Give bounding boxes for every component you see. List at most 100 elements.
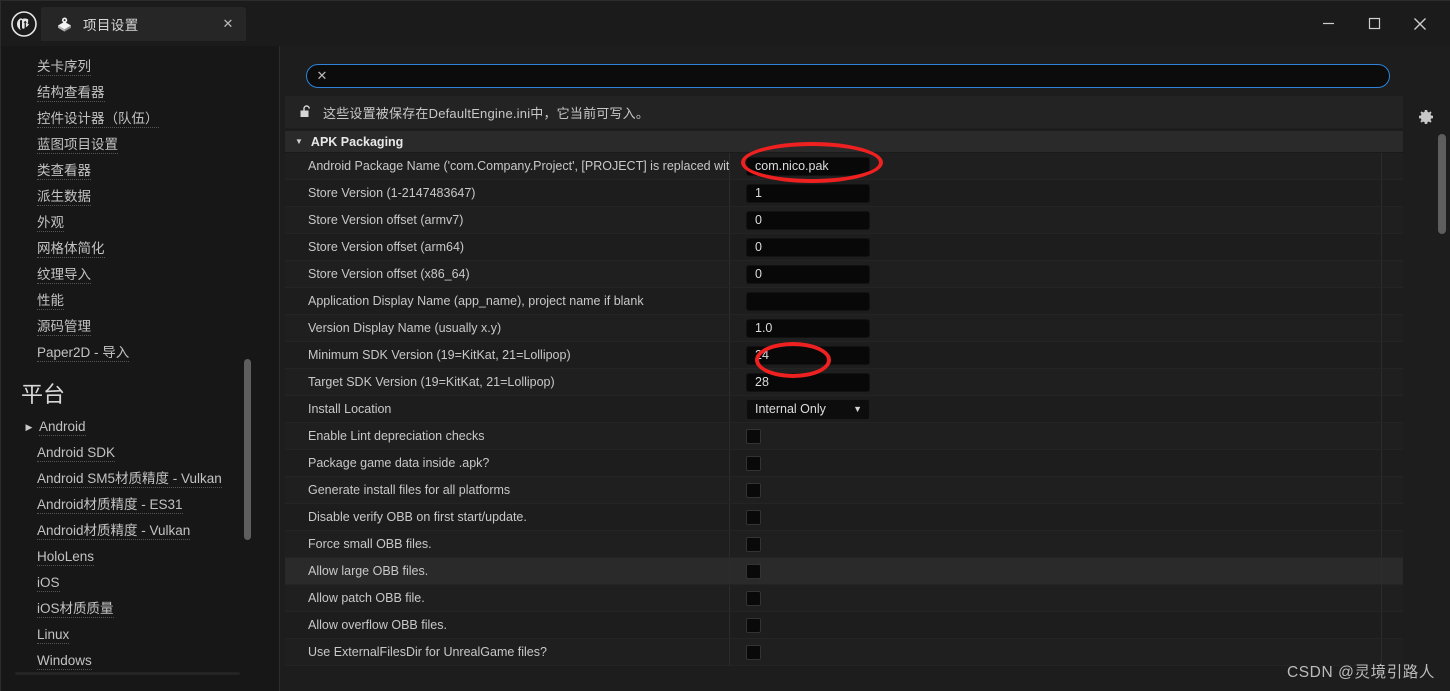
main-scrollbar[interactable] (1438, 134, 1446, 689)
table-row[interactable]: Allow patch OBB file. (285, 585, 1403, 612)
checkbox[interactable] (746, 428, 761, 444)
clear-search-icon[interactable]: ✕ (311, 68, 333, 84)
checkbox[interactable] (746, 509, 761, 525)
table-row[interactable]: Store Version offset (x86_64) 0 (285, 261, 1403, 288)
sidebar-item-4[interactable]: Android材质精度 - Vulkan (1, 518, 279, 544)
sidebar-item-0[interactable]: 关卡序列 (1, 54, 279, 80)
text-field[interactable]: 28 (746, 372, 870, 392)
minimize-button[interactable] (1305, 1, 1351, 46)
table-row[interactable]: Disable verify OBB on first start/update… (285, 504, 1403, 531)
text-field[interactable]: 1 (746, 183, 870, 203)
sidebar-item-label: iOS材质质量 (37, 600, 114, 618)
sidebar-item-9[interactable]: Windows (1, 648, 279, 674)
table-row[interactable]: Force small OBB files. (285, 531, 1403, 558)
property-label: Disable verify OBB on first start/update… (285, 504, 730, 530)
checkbox[interactable] (746, 590, 761, 606)
table-row[interactable]: Store Version (1-2147483647) 1 (285, 180, 1403, 207)
sidebar-item-2[interactable]: 控件设计器（队伍） (1, 106, 279, 132)
close-button[interactable] (1397, 1, 1443, 46)
sidebar-item-1[interactable]: Android SDK (1, 440, 279, 466)
sidebar-scrollbar-thumb[interactable] (244, 359, 251, 540)
sidebar-item-label: 蓝图项目设置 (37, 136, 118, 154)
text-field[interactable]: 0 (746, 264, 870, 284)
column-divider (1381, 234, 1382, 260)
sidebar-item-10[interactable]: 源码管理 (1, 314, 279, 340)
table-row[interactable]: Version Display Name (usually x.y) 1.0 (285, 315, 1403, 342)
table-row[interactable]: Android Package Name ('com.Company.Proje… (285, 153, 1403, 180)
table-row[interactable]: Use ExternalFilesDir for UnrealGame file… (285, 639, 1403, 666)
sidebar-item-label: iOS (37, 574, 60, 592)
table-row[interactable]: Package game data inside .apk? (285, 450, 1403, 477)
text-field[interactable]: 0 (746, 210, 870, 230)
sidebar-item-label: Linux (37, 626, 70, 644)
table-row[interactable]: Application Display Name (app_name), pro… (285, 288, 1403, 315)
sidebar-item-3[interactable]: Android材质精度 - ES31 (1, 492, 279, 518)
property-label: Store Version offset (arm64) (285, 234, 730, 260)
sidebar-item-2[interactable]: Android SM5材质精度 - Vulkan (1, 466, 279, 492)
group-header-apk-packaging[interactable]: ▼ APK Packaging (285, 131, 1403, 153)
checkbox[interactable] (746, 455, 761, 471)
property-table: ▼ APK Packaging Android Package Name ('c… (285, 131, 1403, 691)
chevron-down-icon[interactable]: ▼ (853, 404, 862, 414)
tab-project-settings[interactable]: 项目设置 ✕ (41, 7, 246, 41)
sidebar-item-label: 控件设计器（队伍） (37, 110, 159, 128)
text-field[interactable]: com.nico.pak (746, 156, 870, 176)
table-row[interactable]: Store Version offset (arm64) 0 (285, 234, 1403, 261)
column-divider (1381, 315, 1382, 341)
settings-sidebar[interactable]: 关卡序列结构查看器控件设计器（队伍） 蓝图项目设置类查看器 派生数据 外观 网格体简化纹… (1, 46, 280, 691)
checkbox[interactable] (746, 644, 761, 660)
table-row[interactable]: Allow overflow OBB files. (285, 612, 1403, 639)
project-settings-icon (55, 15, 73, 33)
column-divider (1381, 477, 1382, 503)
sidebar-item-8[interactable]: Linux (1, 622, 279, 648)
table-row[interactable]: Minimum SDK Version (19=KitKat, 21=Lolli… (285, 342, 1403, 369)
table-row[interactable]: Allow large OBB files. (285, 558, 1403, 585)
sidebar-item-9[interactable]: 性能 (1, 288, 279, 314)
gear-icon[interactable] (1415, 107, 1435, 127)
main-scrollbar-thumb[interactable] (1438, 134, 1446, 234)
table-row[interactable]: Enable Lint depreciation checks (285, 423, 1403, 450)
sidebar-item-7[interactable]: iOS材质质量 (1, 596, 279, 622)
table-row[interactable]: Install Location Internal Only ▼ (285, 396, 1403, 423)
text-field[interactable]: 1.0 (746, 318, 870, 338)
sidebar-item-1[interactable]: 结构查看器 (1, 80, 279, 106)
table-row[interactable]: Target SDK Version (19=KitKat, 21=Lollip… (285, 369, 1403, 396)
column-divider (1381, 153, 1382, 179)
property-label: Enable Lint depreciation checks (285, 423, 730, 449)
text-field[interactable] (746, 291, 870, 311)
property-value-cell: 28 (730, 369, 1403, 395)
table-row[interactable]: Generate install files for all platforms (285, 477, 1403, 504)
sidebar-item-8[interactable]: 纹理导入 (1, 262, 279, 288)
chevron-right-icon[interactable]: ▶ (21, 422, 37, 433)
maximize-button[interactable] (1351, 1, 1397, 46)
sidebar-item-6[interactable]: 外观 (1, 210, 279, 236)
property-label: Store Version offset (armv7) (285, 207, 730, 233)
sidebar-item-4[interactable]: 类查看器 (1, 158, 279, 184)
chevron-down-icon[interactable]: ▼ (295, 137, 303, 146)
sidebar-item-7[interactable]: 网格体简化 (1, 236, 279, 262)
property-value-cell (730, 558, 1403, 584)
sidebar-item-label: 结构查看器 (37, 84, 105, 102)
sidebar-item-label: Android SDK (37, 444, 116, 462)
checkbox[interactable] (746, 617, 761, 633)
text-field[interactable]: 24 (746, 345, 870, 365)
search-box[interactable]: ✕ (306, 64, 1390, 88)
title-bar: 项目设置 ✕ (1, 1, 1450, 46)
sidebar-item-6[interactable]: iOS (1, 570, 279, 596)
tab-close-icon[interactable]: ✕ (220, 16, 236, 32)
sidebar-item-11[interactable]: Paper2D - 导入 (1, 340, 279, 366)
checkbox[interactable] (746, 536, 761, 552)
column-divider (1381, 504, 1382, 530)
checkbox[interactable] (746, 482, 761, 498)
text-field[interactable]: 0 (746, 237, 870, 257)
search-input[interactable] (333, 68, 1389, 84)
sidebar-item-5[interactable]: HoloLens (1, 544, 279, 570)
sidebar-item-5[interactable]: 派生数据 (1, 184, 279, 210)
sidebar-item-3[interactable]: 蓝图项目设置 (1, 132, 279, 158)
property-value-cell: 1 (730, 180, 1403, 206)
dropdown-install-location[interactable]: Internal Only ▼ (746, 398, 870, 420)
checkbox[interactable] (746, 563, 761, 579)
table-row[interactable]: Store Version offset (armv7) 0 (285, 207, 1403, 234)
column-divider (1381, 369, 1382, 395)
sidebar-item-0[interactable]: ▶ Android (1, 414, 279, 440)
